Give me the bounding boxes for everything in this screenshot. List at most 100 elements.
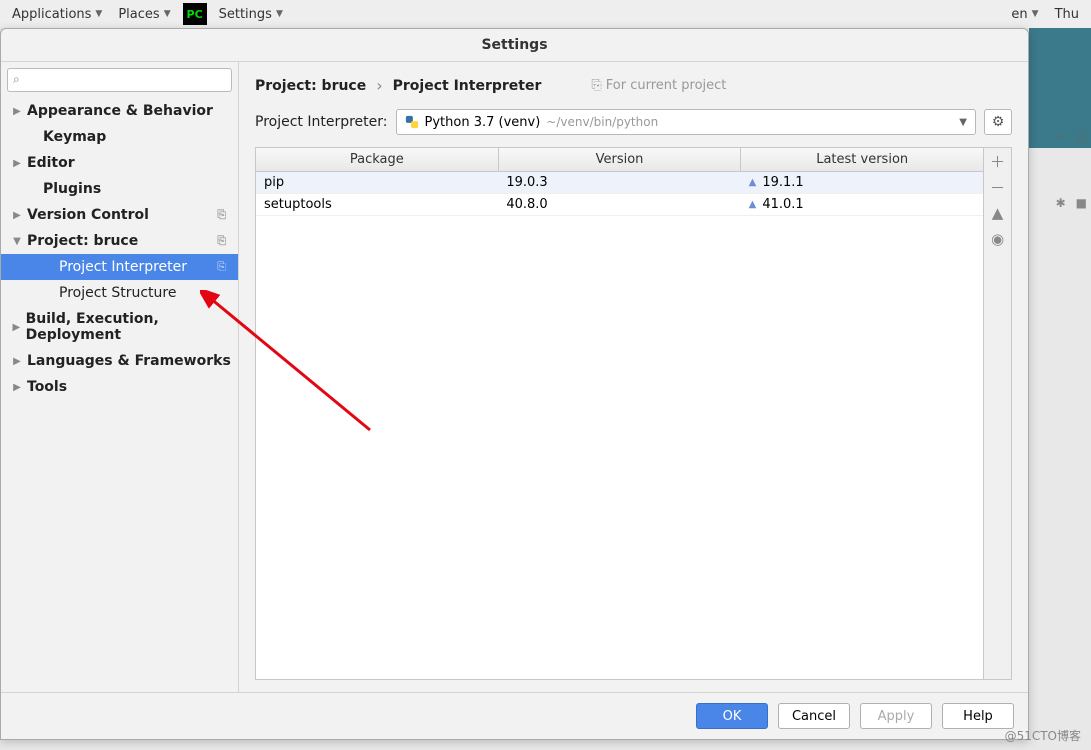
breadcrumb-hint: ⎘ For current project (591, 78, 726, 93)
tree-item-label: Version Control (27, 207, 149, 223)
topbar-applications[interactable]: Applications ▼ (4, 7, 110, 22)
minus-icon: － (990, 177, 1005, 198)
tree-item-tools[interactable]: ▶ Tools (1, 374, 238, 400)
remove-package-button[interactable]: － (984, 174, 1011, 200)
tree-item-languages-frameworks[interactable]: ▶ Languages & Frameworks (1, 348, 238, 374)
update-arrow-icon: ▲ (749, 199, 757, 210)
show-early-button[interactable]: ◉ (984, 226, 1011, 252)
breadcrumb-sep-icon: › (376, 76, 382, 95)
header-latest[interactable]: Latest version (741, 148, 983, 171)
packages-tools: ＋ － ▲ ◉ (983, 148, 1011, 679)
ok-button[interactable]: OK (696, 703, 768, 729)
plus-icon: ＋ (990, 151, 1005, 172)
dialog-body: ⌕ ▶Appearance & BehaviorKeymap▶EditorPlu… (1, 62, 1028, 692)
caret-icon: ▼ (276, 9, 283, 19)
settings-tree: ▶Appearance & BehaviorKeymap▶EditorPlugi… (1, 98, 238, 400)
minimize-icon[interactable]: — (1056, 130, 1068, 144)
topbar-settings[interactable]: Settings ▼ (211, 7, 291, 22)
gnome-topbar: Applications ▼ Places ▼ PC Settings ▼ en… (0, 0, 1091, 28)
help-button[interactable]: Help (942, 703, 1014, 729)
header-version[interactable]: Version (499, 148, 742, 171)
tree-arrow-icon: ▶ (11, 106, 23, 117)
interpreter-path: ~/venv/bin/python (546, 115, 658, 129)
caret-icon: ▼ (164, 9, 171, 19)
tree-item-appearance-behavior[interactable]: ▶Appearance & Behavior (1, 98, 238, 124)
tree-arrow-icon: ▼ (11, 236, 23, 247)
sidebar-search-input[interactable] (7, 68, 232, 92)
topbar-settings-label: Settings (219, 7, 272, 22)
topbar-day[interactable]: Thu (1047, 7, 1087, 22)
settings-sidebar: ⌕ ▶Appearance & BehaviorKeymap▶EditorPlu… (1, 62, 239, 692)
tree-item-keymap[interactable]: Keymap (1, 124, 238, 150)
caret-icon: ▼ (1032, 9, 1039, 19)
topbar-applications-label: Applications (12, 7, 91, 22)
cell-version: 19.0.3 (498, 172, 740, 193)
window-controls: — □ (1056, 130, 1087, 144)
scope-badge-icon: ⎘ (217, 260, 232, 274)
package-row[interactable]: setuptools40.8.0▲41.0.1 (256, 194, 983, 216)
interpreter-label: Project Interpreter: (255, 114, 388, 130)
add-package-button[interactable]: ＋ (984, 148, 1011, 174)
tree-item-label: Project Structure (59, 285, 176, 301)
up-arrow-icon: ▲ (992, 204, 1004, 222)
breadcrumb-crumb2: Project Interpreter (393, 78, 542, 94)
tree-item-build-execution-deployment[interactable]: ▶Build, Execution, Deployment (1, 306, 238, 348)
cell-package: setuptools (256, 194, 498, 215)
tree-item-version-control[interactable]: ▶ Version Control ⎘ (1, 202, 238, 228)
tree-item-project-structure[interactable]: Project Structure (1, 280, 238, 306)
cell-latest: ▲ 19.1.1 (741, 172, 983, 193)
tree-arrow-icon: ▶ (11, 356, 23, 367)
topbar-lang-label: en (1011, 7, 1027, 22)
sidebar-search-wrap: ⌕ (1, 62, 238, 98)
topbar-day-label: Thu (1055, 7, 1079, 22)
packages-header: Package Version Latest version (256, 148, 983, 172)
gear-icon[interactable]: ✱ (1056, 196, 1066, 210)
tree-item-label: Project: bruce (27, 233, 138, 249)
tree-item-label: Keymap (43, 129, 106, 145)
breadcrumb-hint-label: For current project (606, 78, 727, 93)
cell-latest-value: 41.0.1 (762, 197, 803, 212)
header-package[interactable]: Package (256, 148, 499, 171)
topbar-places[interactable]: Places ▼ (110, 7, 178, 22)
cancel-button[interactable]: Cancel (778, 703, 850, 729)
tree-item-project-interpreter[interactable]: Project Interpreter ⎘ (1, 254, 238, 280)
tree-item-label: Plugins (43, 181, 101, 197)
maximize-icon[interactable]: □ (1076, 130, 1087, 144)
gear-icon: ⚙ (992, 114, 1005, 130)
update-arrow-icon: ▲ (749, 177, 757, 188)
copy-icon: ⎘ (591, 78, 601, 93)
pycharm-icon[interactable]: PC (183, 3, 207, 25)
caret-icon: ▼ (95, 9, 102, 19)
scope-badge-icon: ⎘ (217, 234, 232, 248)
settings-dialog: Settings ⌕ ▶Appearance & Behavior Keymap ▶… (0, 28, 1029, 740)
cell-latest: ▲ 41.0.1 (741, 194, 983, 215)
tree-item-label: Tools (27, 379, 67, 395)
stop-icon[interactable]: ■ (1076, 196, 1087, 210)
tree-item-plugins[interactable]: Plugins (1, 176, 238, 202)
tree-arrow-icon: ▶ (11, 382, 23, 393)
settings-content: Project: bruce › Project Interpreter ⎘ F… (239, 62, 1028, 692)
packages-table: Package Version Latest version pip19.0.3… (256, 148, 983, 679)
interpreter-select[interactable]: Python 3.7 (venv) ~/venv/bin/python ▼ (396, 109, 977, 135)
chevron-down-icon: ▼ (959, 117, 967, 128)
breadcrumb-crumb1: Project: bruce (255, 78, 366, 94)
package-row[interactable]: pip19.0.3▲19.1.1 (256, 172, 983, 194)
interpreter-name: Python 3.7 (venv) (425, 115, 541, 130)
editor-tool-icons: ✱ ■ (1056, 196, 1087, 210)
cell-latest-value: 19.1.1 (762, 175, 803, 190)
tree-item-label: Project Interpreter (59, 259, 187, 275)
topbar-places-label: Places (118, 7, 159, 22)
topbar-lang[interactable]: en ▼ (1003, 7, 1046, 22)
packages-area: Package Version Latest version pip19.0.3… (255, 147, 1012, 680)
scope-badge-icon: ⎘ (217, 208, 232, 222)
tree-arrow-icon: ▶ (11, 210, 23, 221)
interpreter-gear-button[interactable]: ⚙ (984, 109, 1012, 135)
python-icon (405, 115, 419, 129)
upgrade-package-button[interactable]: ▲ (984, 200, 1011, 226)
tree-item-editor[interactable]: ▶Editor (1, 150, 238, 176)
dialog-title: Settings (1, 29, 1028, 62)
interpreter-row: Project Interpreter: Python 3.7 (venv) ~… (239, 105, 1028, 147)
tree-item-label: Editor (27, 155, 75, 171)
tree-item-project-bruce[interactable]: ▼ Project: bruce ⎘ (1, 228, 238, 254)
tree-item-label: Languages & Frameworks (27, 353, 231, 369)
